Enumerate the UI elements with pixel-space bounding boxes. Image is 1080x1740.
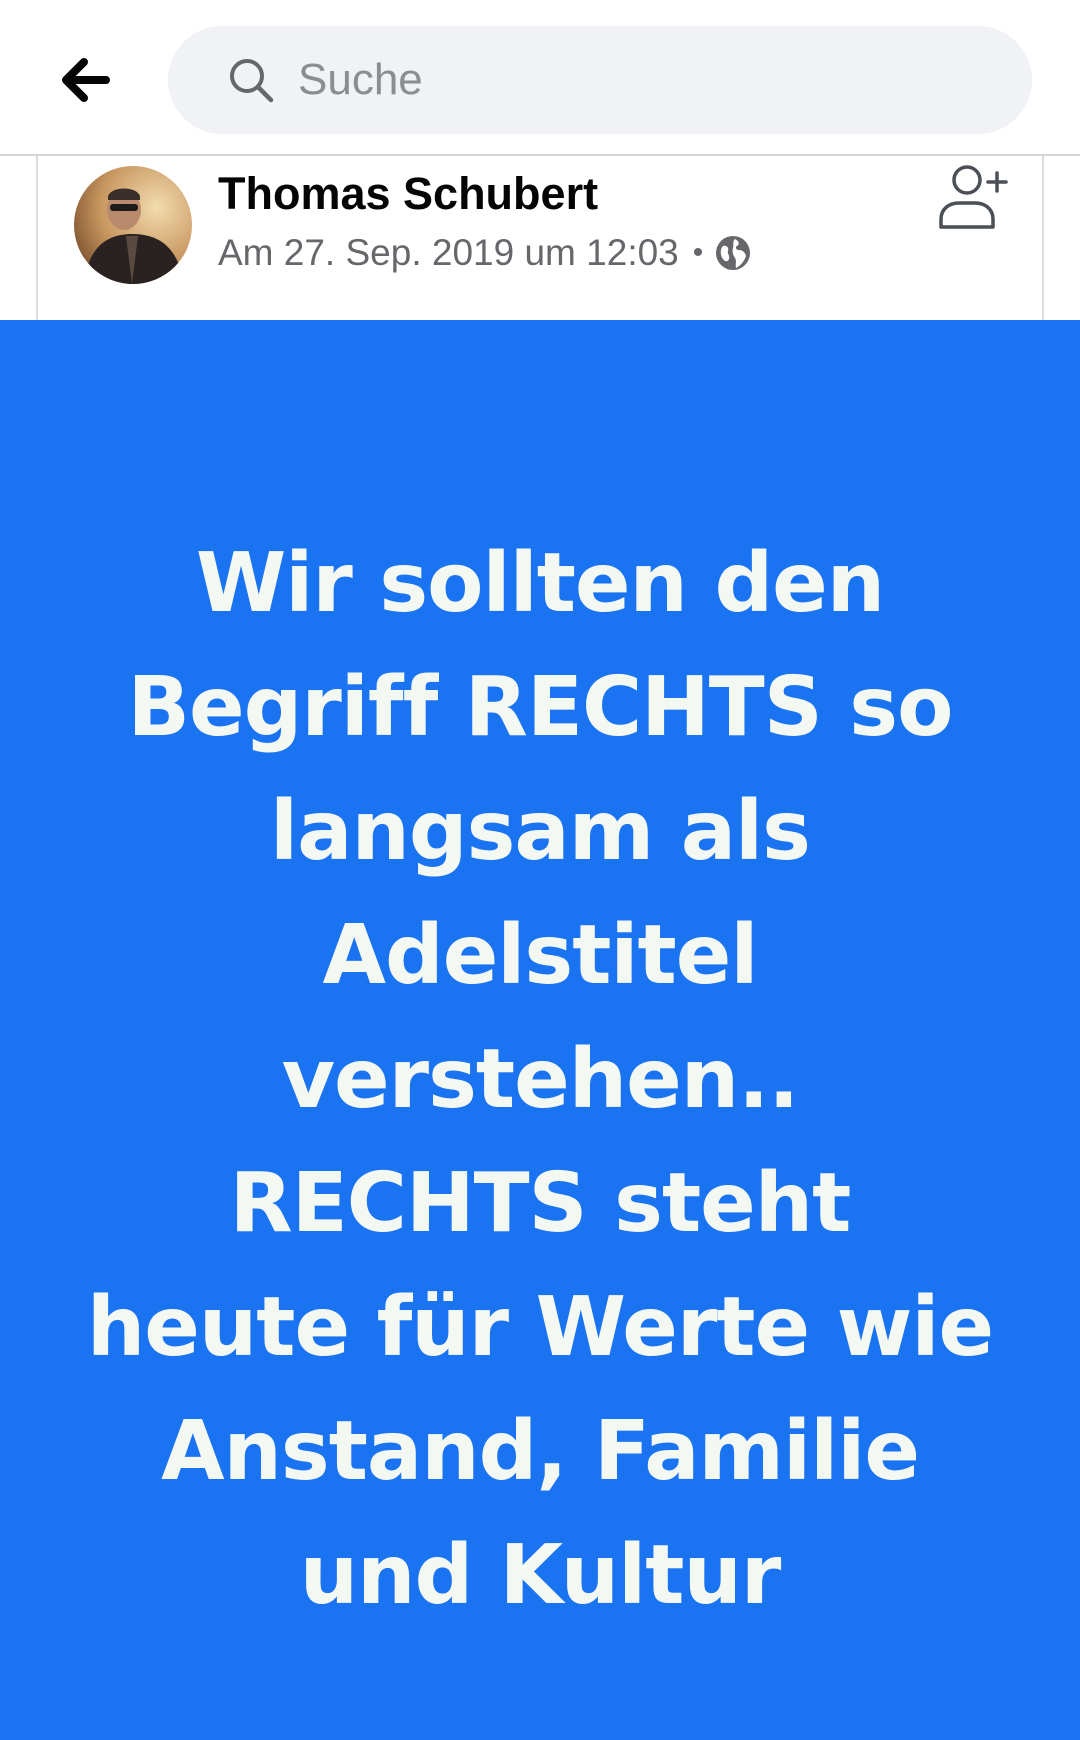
search-bar[interactable] (168, 26, 1032, 134)
globe-icon (715, 235, 751, 271)
post-image[interactable]: Wir sollten den Begriff RECHTS so langsa… (0, 320, 1080, 1740)
image-text-line: langsam als (270, 784, 811, 879)
author-name[interactable]: Thomas Schubert (218, 168, 598, 220)
image-text-line: Begriff RECHTS so (127, 660, 954, 755)
post-image-text: Wir sollten den Begriff RECHTS so langsa… (50, 522, 1030, 1638)
avatar[interactable] (74, 166, 192, 284)
add-friend-icon (939, 165, 1008, 229)
image-text-line: und Kultur (299, 1528, 782, 1623)
back-button[interactable] (50, 48, 122, 112)
post-timestamp[interactable]: Am 27. Sep. 2019 um 12:03 (218, 232, 679, 274)
post-meta: Am 27. Sep. 2019 um 12:03 • (218, 232, 751, 274)
post-header: Thomas Schubert Am 27. Sep. 2019 um 12:0… (36, 156, 1044, 320)
search-icon (226, 55, 276, 105)
image-text-line: Wir sollten den (195, 536, 885, 631)
add-friend-button[interactable] (932, 156, 1016, 240)
image-text-line: Anstand, Familie (161, 1404, 920, 1499)
image-text-line: verstehen.. (281, 1032, 800, 1127)
image-text-line: Adelstitel (322, 908, 759, 1003)
top-bar (0, 0, 1080, 156)
back-arrow-icon (62, 58, 110, 102)
image-text-line: heute für Werte wie (86, 1280, 994, 1375)
meta-separator: • (692, 236, 704, 269)
image-text-line: RECHTS steht (229, 1156, 852, 1251)
search-input[interactable] (298, 55, 938, 105)
